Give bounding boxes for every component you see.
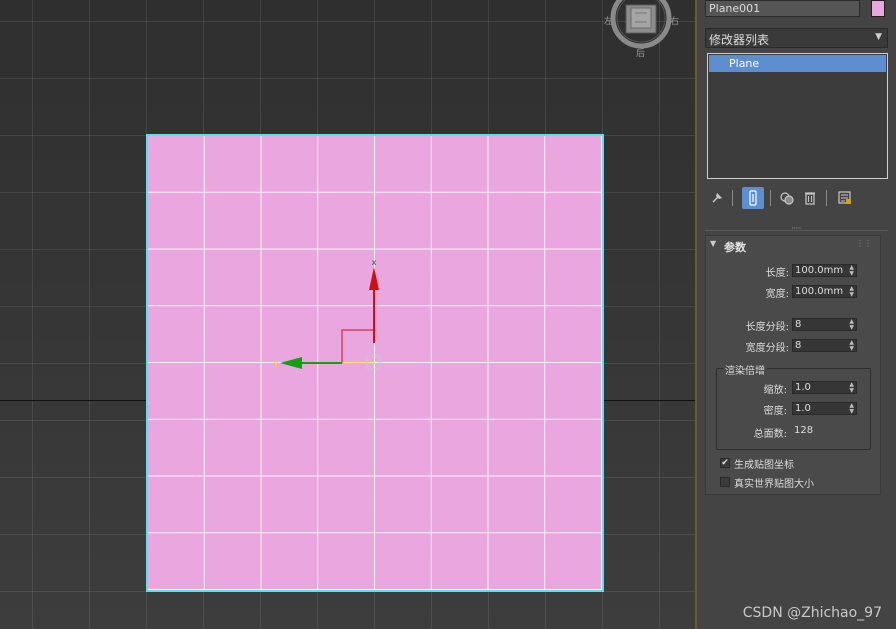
modifier-list-dropdown[interactable]: 修改器列表 ▼	[705, 28, 888, 48]
width-spinner[interactable]: 100.0mm ▲ ▼	[792, 285, 857, 298]
gizmo-y-label: y	[273, 359, 279, 369]
viewcube-bottom-label[interactable]: 后	[636, 46, 645, 59]
stack-item-plane[interactable]: Plane	[709, 55, 886, 72]
gen-map-coords-label[interactable]: 生成贴图坐标	[734, 456, 794, 471]
scale-label: 缩放:	[763, 385, 787, 396]
real-world-map-size-checkbox[interactable]	[720, 477, 730, 487]
width-value: 100.0mm	[795, 286, 844, 297]
gizmo-plane-handle	[341, 329, 374, 363]
density-row: 密度: 1.0 ▲ ▼	[717, 402, 870, 417]
object-color-swatch[interactable]	[871, 0, 885, 17]
length-segs-spinner[interactable]: 8 ▲ ▼	[792, 318, 857, 331]
rollout-title[interactable]: 参数	[724, 239, 746, 255]
spinner-arrows-icon[interactable]: ▲ ▼	[849, 382, 854, 394]
gizmo-z-arrow	[369, 267, 379, 290]
viewcube-right-label[interactable]: 右	[670, 14, 679, 27]
width-row: 宽度: 100.0mm ▲ ▼	[706, 285, 882, 300]
toolbar-separator	[826, 190, 827, 206]
render-multipliers-group: 渲染倍增 缩放: 1.0 ▲ ▼ 密度: 1.0 ▲ ▼ 总面数: 128	[716, 362, 871, 450]
total-faces-label: 总面数:	[753, 429, 787, 440]
width-segs-value: 8	[795, 340, 802, 351]
object-name-field[interactable]: Plane001	[705, 0, 860, 17]
width-segs-row: 宽度分段: 8 ▲ ▼	[706, 339, 882, 354]
length-segs-row: 长度分段: 8 ▲ ▼	[706, 318, 882, 333]
density-value: 1.0	[795, 403, 811, 414]
density-label: 密度:	[763, 406, 787, 417]
gizmo-z-label: x	[372, 258, 377, 267]
total-faces-value: 128	[794, 425, 814, 436]
make-unique-icon[interactable]	[777, 187, 797, 209]
scale-value: 1.0	[795, 382, 811, 393]
total-faces-row: 总面数: 128	[717, 425, 870, 440]
spinner-arrows-icon[interactable]: ▲ ▼	[849, 340, 854, 352]
spinner-arrows-icon[interactable]: ▲ ▼	[849, 319, 854, 331]
gen-map-coords-checkbox[interactable]: ✔	[720, 458, 730, 468]
configure-modifier-sets-icon[interactable]	[835, 187, 855, 209]
length-row: 长度: 100.0mm ▲ ▼	[706, 264, 882, 279]
length-segs-label: 长度分段:	[745, 322, 789, 333]
watermark-text: CSDN @Zhichao_97	[742, 605, 882, 621]
length-value: 100.0mm	[795, 265, 844, 276]
width-label: 宽度:	[765, 289, 789, 300]
pin-icon[interactable]	[707, 187, 727, 209]
panel-resize-handle[interactable]: ·····	[791, 224, 801, 234]
chevron-down-icon: ▼	[875, 32, 882, 42]
scale-row: 缩放: 1.0 ▲ ▼	[717, 381, 870, 396]
toolbar-separator	[770, 190, 771, 206]
modifier-list-label: 修改器列表	[709, 33, 770, 47]
render-group-label: 渲染倍增	[723, 362, 767, 377]
viewcube-left-label[interactable]: 左	[604, 14, 613, 27]
density-spinner[interactable]: 1.0 ▲ ▼	[792, 402, 857, 415]
width-segs-label: 宽度分段:	[745, 343, 789, 354]
modifier-stack[interactable]: Plane	[707, 53, 888, 179]
spinner-arrows-icon[interactable]: ▲ ▼	[849, 265, 854, 277]
length-spinner[interactable]: 100.0mm ▲ ▼	[792, 264, 857, 277]
real-world-map-size-label[interactable]: 真实世界贴图大小	[734, 475, 814, 490]
show-end-result-icon[interactable]	[742, 187, 764, 209]
parameters-rollout: ▼ 参数 ⋮⋮ 长度: 100.0mm ▲ ▼ 宽度: 100.0mm ▲ ▼ 长度分段…	[705, 235, 881, 495]
length-label: 长度:	[765, 268, 789, 279]
width-segs-spinner[interactable]: 8 ▲ ▼	[792, 339, 857, 352]
rollout-drag-icon[interactable]: ⋮⋮	[856, 239, 872, 248]
collapse-triangle-icon[interactable]: ▼	[710, 239, 716, 248]
viewcube[interactable]: 左 右 后	[604, 0, 679, 59]
gizmo-y-arrow	[280, 357, 302, 369]
scale-spinner[interactable]: 1.0 ▲ ▼	[792, 381, 857, 394]
spinner-arrows-icon[interactable]: ▲ ▼	[849, 286, 854, 298]
perspective-viewport[interactable]: x y 左 右 后	[0, 0, 695, 629]
toolbar-separator	[732, 190, 733, 206]
remove-modifier-icon[interactable]	[800, 187, 820, 209]
length-segs-value: 8	[795, 319, 802, 330]
command-panel: Plane001 修改器列表 ▼ Plane ····· ▼ 参数 ⋮⋮ 长度:…	[697, 0, 896, 629]
move-gizmo[interactable]: x y	[270, 255, 390, 375]
modifier-stack-toolbar	[707, 187, 888, 209]
spinner-arrows-icon[interactable]: ▲ ▼	[849, 403, 854, 415]
